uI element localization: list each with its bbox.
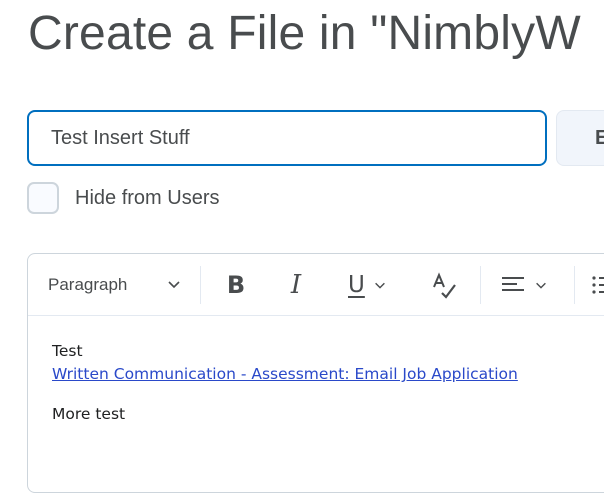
chevron-down-icon [373,278,387,292]
content-line: More test [52,405,126,423]
underline-button[interactable]: U [344,267,404,303]
content-line: Test [52,342,83,360]
hide-from-users-checkbox[interactable] [27,182,59,214]
bold-button[interactable]: B [216,267,256,303]
align-left-icon [500,273,526,297]
hide-from-users-label: Hide from Users [75,186,220,209]
title-input[interactable] [27,110,547,166]
editor-toolbar: Paragraph B I U [28,254,604,316]
chevron-down-icon [166,276,182,297]
toolbar-divider [200,266,201,304]
toolbar-divider [574,266,575,304]
side-button[interactable]: E [556,110,604,166]
chevron-down-icon [534,278,548,292]
align-button[interactable] [500,267,560,303]
italic-button[interactable]: I [276,267,316,303]
content-link[interactable]: Written Communication - Assessment: Emai… [52,365,518,383]
page-title: Create a File in "NimblyW [28,7,581,60]
toolbar-divider [480,266,481,304]
html-editor: Paragraph B I U Test Written Communicati… [27,253,604,493]
list-button[interactable] [588,267,604,303]
spellcheck-button[interactable] [426,267,462,303]
block-format-select[interactable]: Paragraph [48,268,196,302]
list-icon [590,273,604,297]
hide-from-users-row[interactable]: Hide from Users [27,182,219,214]
block-format-label: Paragraph [48,275,128,294]
underline-label: U [348,272,365,298]
spellcheck-icon [430,271,458,299]
editor-content[interactable]: Test Written Communication - Assessment:… [52,340,604,426]
